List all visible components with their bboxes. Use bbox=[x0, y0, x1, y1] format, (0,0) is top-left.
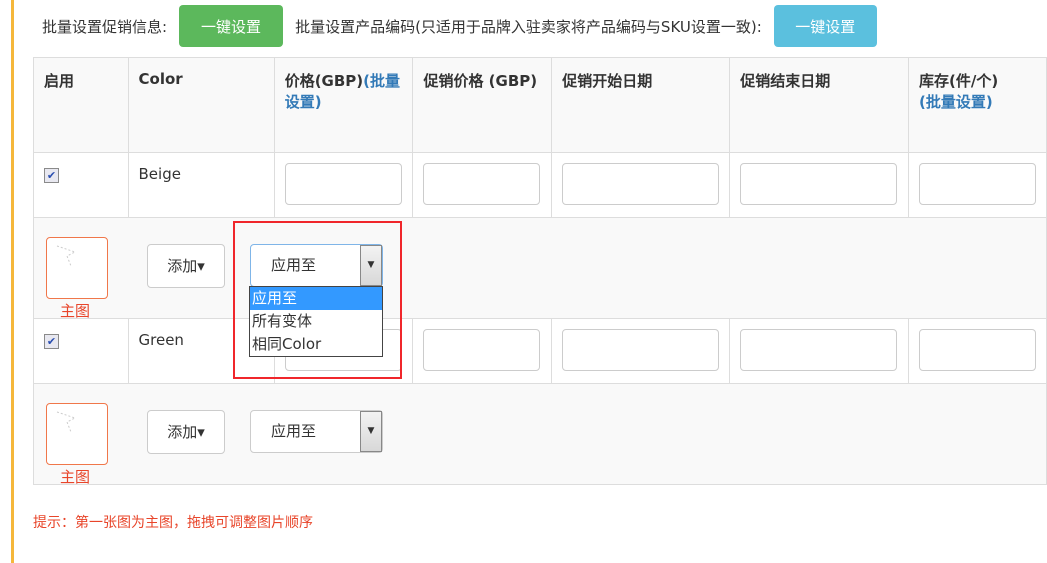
color-value: Beige bbox=[127, 152, 275, 218]
main-image-thumbnail[interactable] bbox=[46, 237, 108, 299]
promo-batch-button[interactable]: 一键设置 bbox=[179, 5, 284, 47]
main-image-label: 主图 bbox=[60, 302, 91, 320]
table-row: ✔ Beige bbox=[33, 152, 1047, 218]
enable-checkbox[interactable]: ✔ bbox=[44, 334, 59, 349]
image-placeholder-icon bbox=[56, 411, 77, 433]
apply-to-value: 应用至 bbox=[271, 422, 317, 440]
stock-input[interactable] bbox=[918, 163, 1036, 205]
header-price: 价格(GBP)(批量设置) bbox=[273, 57, 414, 153]
apply-to-select[interactable]: 应用至 ▼ bbox=[250, 410, 383, 453]
apply-to-select[interactable]: 应用至 ▼ bbox=[250, 244, 383, 287]
chevron-down-icon[interactable]: ▼ bbox=[360, 245, 382, 286]
apply-to-dropdown-list: 应用至 所有变体 相同Color bbox=[249, 286, 383, 357]
promo-end-input[interactable] bbox=[740, 329, 898, 371]
apply-to-value: 应用至 bbox=[271, 256, 317, 274]
add-image-button[interactable]: 添加▾ bbox=[147, 410, 225, 454]
code-label: 批量设置产品编码(只适用于品牌入驻卖家将产品编码与SKU设置一致): bbox=[295, 17, 762, 36]
image-row: 主图 添加▾ 应用至 ▼ bbox=[33, 383, 1047, 486]
header-stock: 库存(件/个) (批量设置) bbox=[907, 57, 1047, 153]
main-image-label: 主图 bbox=[60, 468, 91, 486]
header-promo-start: 促销开始日期 bbox=[551, 57, 731, 153]
table-row: ✔ Green bbox=[33, 318, 1047, 384]
stock-batch-link[interactable]: (批量设置) bbox=[919, 93, 993, 111]
header-promo-price: 促销价格 (GBP) bbox=[412, 57, 553, 153]
promo-price-input[interactable] bbox=[423, 329, 541, 371]
stock-input[interactable] bbox=[918, 329, 1036, 371]
header-color: Color bbox=[127, 57, 275, 153]
add-image-button[interactable]: 添加▾ bbox=[147, 244, 225, 288]
hint-text: 提示：第一张图为主图，拖拽可调整图片顺序 bbox=[33, 515, 313, 531]
price-input[interactable] bbox=[284, 163, 402, 205]
promo-start-input[interactable] bbox=[562, 329, 720, 371]
code-batch-button[interactable]: 一键设置 bbox=[773, 5, 877, 47]
variant-table: 启用 Color 价格(GBP)(批量设置) 促销价格 (GBP) 促销开始日期… bbox=[33, 57, 1047, 486]
promo-end-input[interactable] bbox=[740, 163, 898, 205]
batch-toolbar: 批量设置促销信息: 一键设置 批量设置产品编码(只适用于品牌入驻卖家将产品编码与… bbox=[42, 5, 889, 47]
option-same-color[interactable]: 相同Color bbox=[250, 333, 382, 356]
option-apply-to[interactable]: 应用至 bbox=[250, 287, 382, 310]
option-all-variants[interactable]: 所有变体 bbox=[250, 310, 382, 333]
image-row: 主图 添加▾ 应用至 ▼ bbox=[33, 217, 1047, 320]
header-price-label: 价格(GBP) bbox=[284, 72, 364, 90]
chevron-down-icon[interactable]: ▼ bbox=[360, 411, 382, 452]
left-border bbox=[11, 0, 14, 563]
enable-checkbox[interactable]: ✔ bbox=[44, 168, 59, 183]
promo-price-input[interactable] bbox=[423, 163, 541, 205]
image-placeholder-icon bbox=[56, 245, 77, 267]
header-promo-end: 促销结束日期 bbox=[729, 57, 909, 153]
header-enable: 启用 bbox=[33, 57, 129, 153]
promo-start-input[interactable] bbox=[562, 163, 720, 205]
promo-label: 批量设置促销信息: bbox=[42, 17, 168, 36]
main-image-thumbnail[interactable] bbox=[46, 403, 108, 465]
header-stock-label: 库存(件/个) bbox=[918, 72, 999, 90]
